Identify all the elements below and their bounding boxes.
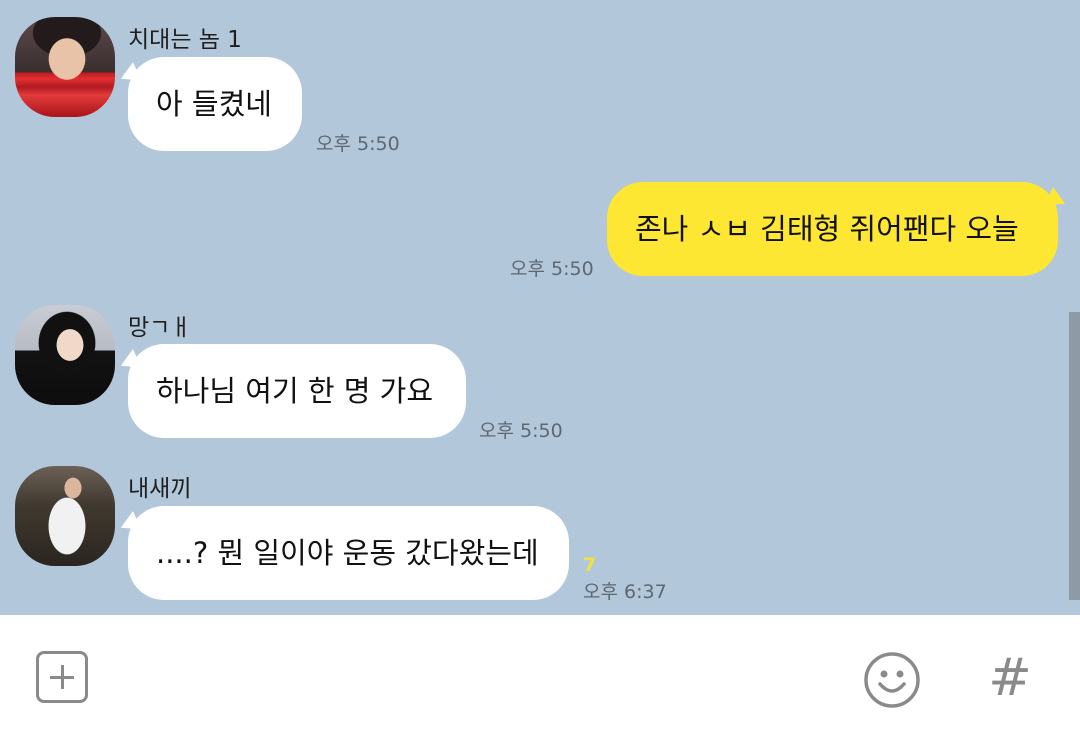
message-bubble[interactable]: 존나 ㅅㅂ 김태형 쥐어팬다 오늘 — [607, 182, 1058, 276]
sender-name: 망ㄱㅐ — [128, 315, 192, 341]
smiley-icon[interactable] — [862, 650, 922, 710]
plus-square-icon[interactable] — [36, 651, 88, 703]
message-bubble[interactable]: 아 들켰네 — [128, 57, 302, 151]
sender-name: 내새끼 — [128, 476, 192, 502]
scrollbar[interactable] — [1069, 312, 1080, 600]
avatar[interactable] — [15, 17, 115, 117]
avatar[interactable] — [15, 466, 115, 566]
unread-count: 7 — [583, 554, 597, 576]
avatar[interactable] — [15, 305, 115, 405]
chat-area[interactable]: 치대는 놈 1 아 들켰네 오후 5:50 존나 ㅅㅂ 김태형 쥐어팬다 오늘 … — [0, 0, 1080, 615]
hash-icon[interactable]: # — [986, 648, 1034, 708]
message-time: 오후 5:50 — [510, 258, 594, 280]
message-time: 오후 5:50 — [479, 420, 563, 442]
sender-name: 치대는 놈 1 — [128, 27, 242, 53]
message-time: 오후 6:37 — [583, 581, 667, 603]
message-bubble[interactable]: ....? 뭔 일이야 운동 갔다왔는데 — [128, 506, 569, 600]
message-bubble[interactable]: 하나님 여기 한 명 가요 — [128, 344, 466, 438]
message-time: 오후 5:50 — [316, 133, 400, 155]
